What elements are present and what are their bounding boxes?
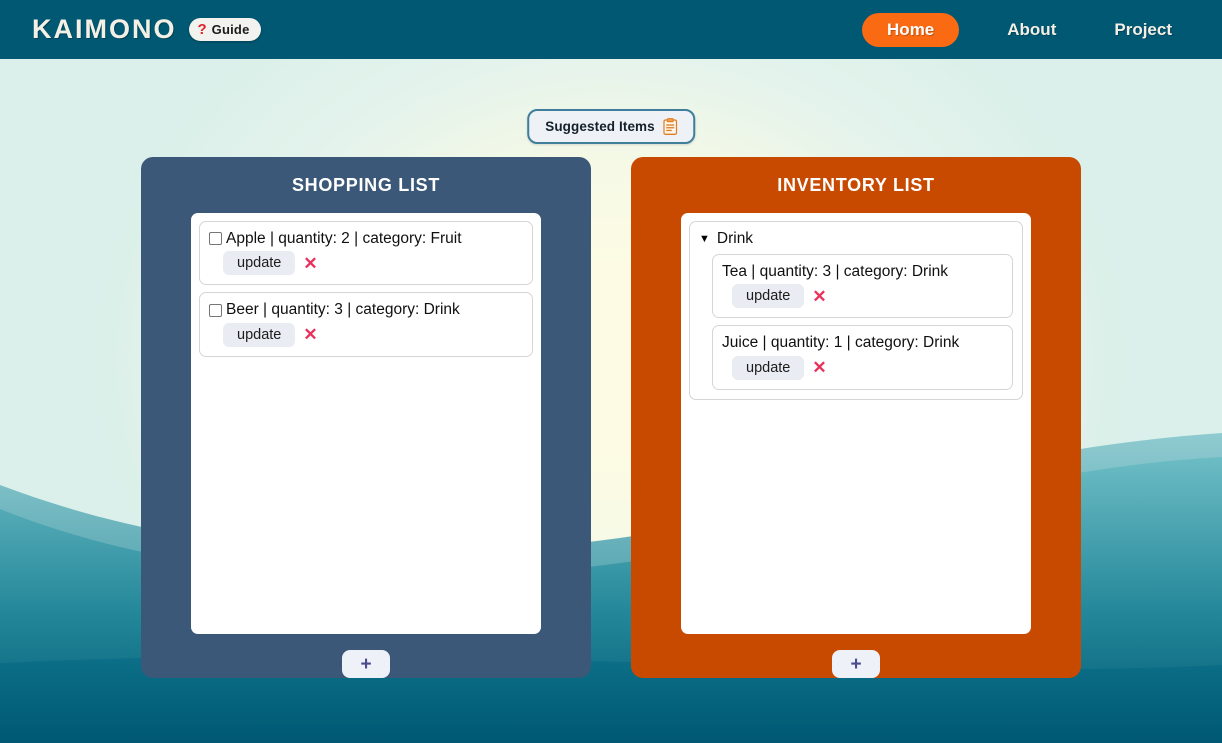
item-actions: update ✕ xyxy=(722,355,1002,380)
update-button[interactable]: update xyxy=(732,355,805,380)
item-actions: update ✕ xyxy=(209,322,522,347)
suggested-items-label: Suggested Items xyxy=(545,119,655,134)
question-mark-icon: ? xyxy=(197,21,207,38)
nav-item-project[interactable]: Project xyxy=(1104,13,1182,47)
brand-area: KAIMONO ? Guide xyxy=(32,14,261,45)
inventory-item-label: Tea | quantity: 3 | category: Drink xyxy=(722,263,949,280)
inventory-item-label: Juice | quantity: 1 | category: Drink xyxy=(722,334,960,352)
update-button[interactable]: update xyxy=(732,284,805,309)
add-inventory-item-button[interactable]: + xyxy=(832,650,880,678)
group-items: Tea | quantity: 3 | category: Drink upda… xyxy=(699,254,1013,390)
nav-item-about[interactable]: About xyxy=(997,13,1066,47)
suggested-items-button[interactable]: Suggested Items xyxy=(527,109,695,144)
shopping-list-title: SHOPPING LIST xyxy=(291,175,441,195)
delete-icon[interactable]: ✕ xyxy=(303,255,317,272)
list-item: Juice | quantity: 1 | category: Drink up… xyxy=(712,325,1013,390)
delete-icon[interactable]: ✕ xyxy=(812,359,826,376)
list-item: Tea | quantity: 3 | category: Drink upda… xyxy=(712,254,1013,319)
inventory-item-row: Juice | quantity: 1 | category: Drink xyxy=(722,333,1002,352)
lists-container: SHOPPING LIST Apple | quantity: 2 | cate… xyxy=(0,157,1222,678)
app-root: KAIMONO ? Guide Home About Project Sugge… xyxy=(0,0,1222,743)
inventory-list-panel: INVENTORY LIST ▼ Drink Tea | quantity: 3… xyxy=(631,157,1081,678)
guide-button[interactable]: ? Guide xyxy=(188,18,261,41)
item-actions: update ✕ xyxy=(209,251,522,276)
inventory-item-row: Tea | quantity: 3 | category: Drink xyxy=(722,262,1002,281)
main-nav: Home About Project xyxy=(862,12,1182,47)
item-actions: update ✕ xyxy=(722,284,1002,309)
update-button[interactable]: update xyxy=(223,322,296,347)
delete-icon[interactable]: ✕ xyxy=(812,288,826,305)
shopping-item-row: Apple | quantity: 2 | category: Fruit xyxy=(209,229,522,248)
list-item: Beer | quantity: 3 | category: Drink upd… xyxy=(199,292,533,357)
list-item: Apple | quantity: 2 | category: Fruit up… xyxy=(199,221,533,286)
item-checkbox[interactable] xyxy=(209,303,222,317)
shopping-item-label: Apple | quantity: 2 | category: Fruit xyxy=(226,230,462,247)
guide-button-label: Guide xyxy=(211,22,250,37)
add-shopping-item-button[interactable]: + xyxy=(342,650,390,678)
shopping-item-row: Beer | quantity: 3 | category: Drink xyxy=(209,300,522,319)
inventory-group-drink: ▼ Drink Tea | quantity: 3 | category: Dr… xyxy=(689,221,1023,400)
update-button[interactable]: update xyxy=(223,251,296,276)
group-label: Drink xyxy=(716,230,754,247)
shopping-item-label: Beer | quantity: 3 | category: Drink xyxy=(226,301,460,319)
top-navigation-bar: KAIMONO ? Guide Home About Project xyxy=(0,0,1222,59)
shopping-list-panel: SHOPPING LIST Apple | quantity: 2 | cate… xyxy=(141,157,591,678)
nav-item-home[interactable]: Home xyxy=(862,12,960,47)
inventory-list-title: INVENTORY LIST xyxy=(777,175,935,195)
group-toggle[interactable]: ▼ Drink xyxy=(699,230,1013,248)
inventory-list-items: ▼ Drink Tea | quantity: 3 | category: Dr… xyxy=(681,213,1031,634)
clipboard-icon xyxy=(662,118,677,135)
item-checkbox[interactable] xyxy=(209,232,222,246)
chevron-down-icon: ▼ xyxy=(699,232,710,245)
delete-icon[interactable]: ✕ xyxy=(303,326,317,343)
shopping-list-items: Apple | quantity: 2 | category: Fruit up… xyxy=(191,213,541,634)
app-logo: KAIMONO xyxy=(32,14,177,44)
